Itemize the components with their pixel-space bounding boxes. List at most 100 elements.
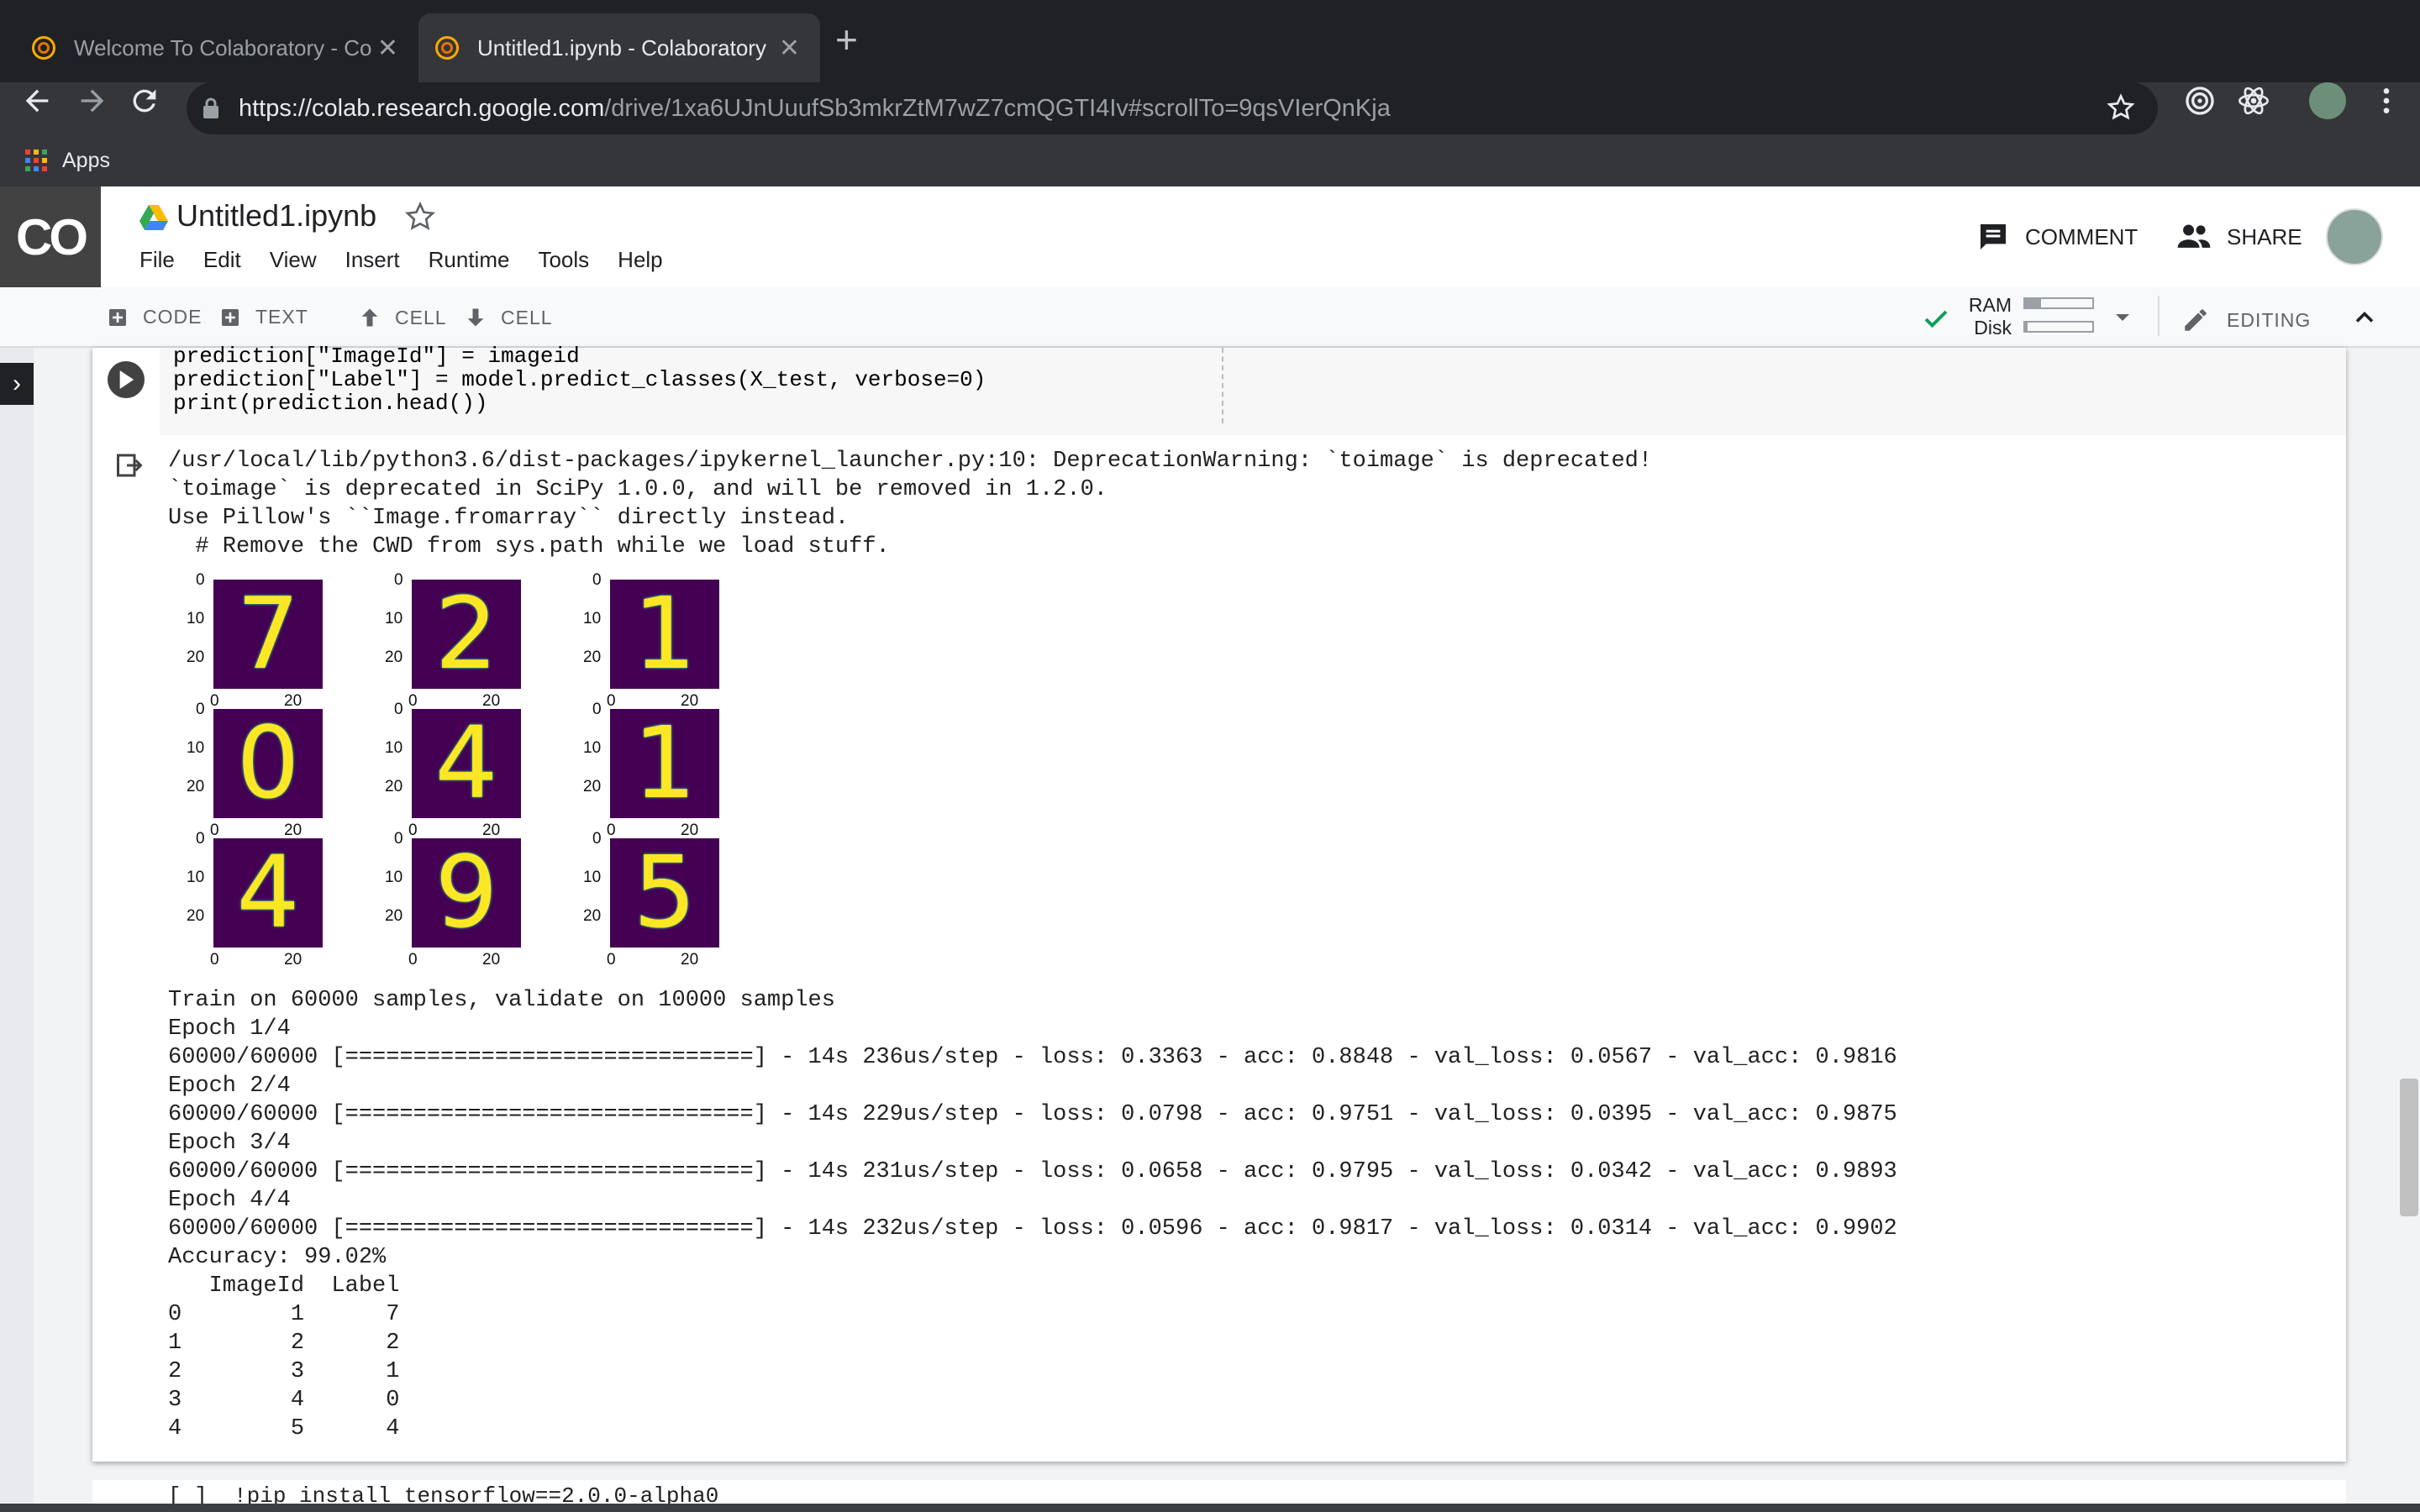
browser-menu-icon[interactable]: [2370, 84, 2403, 122]
ram-label: RAM: [1968, 294, 2012, 316]
digit-image-6: 1: [610, 709, 719, 818]
y-tick-label: 0: [196, 701, 205, 718]
apps-bookmark-link[interactable]: Apps: [62, 149, 110, 173]
menu-view[interactable]: View: [270, 247, 317, 273]
share-label: SHARE: [2227, 223, 2302, 249]
star-icon[interactable]: [403, 200, 437, 238]
address-bar[interactable]: https://colab.research.google.com/drive/…: [187, 82, 2158, 134]
code-text[interactable]: prediction["ImageId"] = imageid predicti…: [173, 344, 986, 415]
ram-usage-bar: [2023, 297, 2094, 309]
status-bar: [0, 1504, 2420, 1512]
resource-labels[interactable]: RAM Disk: [1965, 294, 2012, 339]
comment-label: COMMENT: [2025, 223, 2139, 249]
add-text-label: TEXT: [255, 306, 308, 328]
share-button[interactable]: SHARE: [2176, 220, 2302, 254]
user-avatar[interactable]: [2326, 208, 2383, 265]
pencil-icon: [2185, 309, 2207, 331]
forward-icon[interactable]: [76, 84, 109, 126]
y-tick-label: 20: [583, 778, 602, 795]
deprecation-warning-output: /usr/local/lib/python3.6/dist-packages/i…: [168, 449, 1653, 559]
toolbar-divider: [2158, 296, 2160, 336]
x-tick-label: 0: [408, 692, 418, 710]
resources-dropdown-icon[interactable]: [2109, 304, 2136, 335]
y-tick-label: 20: [583, 907, 602, 925]
digit-image-1: 7: [213, 580, 323, 689]
y-tick-label: 0: [592, 701, 602, 718]
bookmarks-bar: Apps: [0, 134, 2420, 186]
apps-grid-icon[interactable]: [25, 150, 47, 171]
digit-image-2: 2: [412, 580, 521, 689]
add-code-label: CODE: [143, 306, 203, 328]
menu-runtime[interactable]: Runtime: [429, 247, 510, 273]
run-cell-button[interactable]: [108, 361, 145, 398]
tab-close-icon[interactable]: ✕: [779, 34, 800, 63]
y-tick-label: 10: [187, 869, 205, 886]
back-icon[interactable]: [20, 84, 54, 126]
editing-mode-button[interactable]: EDITING: [2181, 306, 2311, 334]
digit-glyph: 1: [633, 705, 697, 821]
colab-logo[interactable]: CO: [0, 186, 101, 287]
digit-image-9: 5: [610, 838, 719, 948]
plus-box-icon: [222, 308, 239, 326]
digit-image-3: 1: [610, 580, 719, 689]
y-tick-label: 10: [385, 869, 403, 886]
x-tick-label: 0: [210, 822, 219, 839]
move-cell-down-button[interactable]: CELL: [464, 306, 553, 329]
browser-profile-avatar[interactable]: [2309, 82, 2346, 119]
menu-insert[interactable]: Insert: [345, 247, 400, 273]
x-tick-label: 0: [408, 822, 418, 839]
output-icon[interactable]: [114, 450, 145, 485]
plus-box-icon: [109, 308, 126, 326]
x-tick-label: 20: [482, 951, 501, 969]
tab-title: Welcome To Colaboratory - Co: [74, 34, 372, 60]
training-output: Train on 60000 samples, validate on 1000…: [168, 988, 1897, 1441]
digit-image-5: 4: [412, 709, 521, 818]
y-tick-label: 10: [385, 739, 403, 757]
digit-glyph: 5: [633, 834, 697, 950]
digit-glyph: 2: [434, 575, 498, 691]
y-tick-label: 0: [592, 571, 602, 589]
extension-react-icon[interactable]: [2237, 84, 2270, 122]
digit-glyph: 9: [434, 834, 498, 950]
menu-help[interactable]: Help: [618, 247, 662, 273]
arrow-down-icon: [467, 308, 484, 327]
google-drive-icon: [139, 205, 168, 234]
digit-images-figure: 7 0 10 20 0 20 2 0 10 20 0 20 1 0 10 20 0 20 0 0 10 20 0 20 4 0 10…: [165, 568, 736, 979]
menu-file[interactable]: File: [139, 247, 175, 273]
x-tick-label: 0: [607, 692, 616, 710]
menu-edit[interactable]: Edit: [203, 247, 241, 273]
add-code-button[interactable]: CODE: [108, 306, 202, 328]
add-text-button[interactable]: TEXT: [220, 306, 308, 328]
y-tick-label: 0: [196, 830, 205, 848]
connected-check-icon: [1921, 304, 1951, 339]
menu-bar: File Edit View Insert Runtime Tools Help: [139, 247, 663, 273]
y-tick-label: 10: [583, 869, 602, 886]
y-tick-label: 20: [385, 907, 403, 925]
x-tick-label: 0: [210, 692, 219, 710]
collapse-header-icon[interactable]: [2349, 302, 2380, 337]
browser-tab-untitled1[interactable]: Untitled1.ipynb - Colaboratory ✕: [418, 13, 820, 82]
notebook-title[interactable]: Untitled1.ipynb: [176, 198, 376, 234]
y-tick-label: 10: [583, 610, 602, 627]
arrow-up-icon: [361, 308, 378, 327]
lock-icon: [202, 97, 220, 118]
url-host: https://colab.research.google.com: [239, 94, 605, 122]
y-tick-label: 10: [583, 739, 602, 757]
move-cell-up-button[interactable]: CELL: [358, 306, 447, 329]
page-scrollbar-track[interactable]: [2396, 348, 2420, 1512]
bookmark-star-icon[interactable]: [2106, 92, 2136, 127]
y-tick-label: 0: [394, 701, 403, 718]
page-scrollbar-thumb[interactable]: [2400, 1079, 2418, 1216]
digit-glyph: 7: [236, 575, 300, 691]
extension-target-icon[interactable]: [2183, 84, 2217, 122]
digit-image-4: 0: [213, 709, 323, 818]
menu-tools[interactable]: Tools: [538, 247, 589, 273]
x-tick-label: 0: [607, 822, 616, 839]
tab-close-icon[interactable]: ✕: [377, 34, 398, 63]
browser-tab-welcome[interactable]: Welcome To Colaboratory - Co ✕: [0, 13, 418, 82]
new-tab-button[interactable]: +: [835, 18, 858, 60]
sidebar-expand-icon[interactable]: ›: [0, 363, 34, 405]
comment-button[interactable]: COMMENT: [1976, 220, 2138, 254]
reload-icon[interactable]: [128, 84, 161, 126]
colab-favicon-icon: [435, 36, 459, 60]
